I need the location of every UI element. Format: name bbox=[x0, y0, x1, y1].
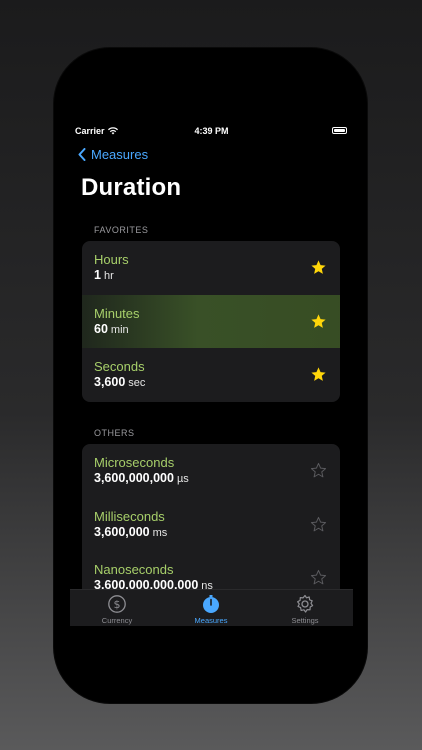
back-button[interactable]: Measures bbox=[78, 147, 148, 162]
unit-symbol: µs bbox=[176, 473, 189, 485]
list-item[interactable]: Seconds 3,600 sec bbox=[82, 348, 340, 402]
gear-icon bbox=[297, 594, 314, 613]
unit-symbol: hr bbox=[103, 270, 114, 282]
unit-name: Microseconds bbox=[94, 455, 175, 470]
back-label: Measures bbox=[91, 147, 149, 162]
unit-symbol: min bbox=[110, 323, 129, 336]
tab-label: Measures bbox=[194, 616, 228, 625]
page-title: Duration bbox=[81, 174, 182, 201]
status-time: 4:39 PM bbox=[194, 126, 229, 136]
app-screen: Carrier 4:39 PM Measures Duration FAVORI… bbox=[70, 118, 353, 626]
tab-measures[interactable]: Measures bbox=[164, 594, 258, 625]
dollar-circle-icon: $ bbox=[108, 595, 126, 613]
star-filled-icon[interactable] bbox=[310, 366, 327, 383]
unit-name: Hours bbox=[94, 252, 129, 267]
unit-name: Minutes bbox=[94, 305, 140, 321]
stopwatch-icon bbox=[203, 595, 219, 613]
star-outline-icon[interactable] bbox=[310, 516, 327, 533]
chevron-left-icon bbox=[78, 148, 86, 161]
tab-bar: $ Currency Measures Settings bbox=[70, 589, 353, 626]
unit-name: Seconds bbox=[94, 359, 145, 374]
tab-settings[interactable]: Settings bbox=[258, 594, 352, 625]
unit-name: Nanoseconds bbox=[94, 562, 174, 577]
unit-value: 3,600,000,000 µs bbox=[94, 471, 189, 485]
list-item[interactable]: Hours 1 hr bbox=[82, 241, 340, 295]
tab-currency[interactable]: $ Currency bbox=[70, 594, 164, 625]
favorites-header: FAVORITES bbox=[94, 225, 149, 235]
unit-name: Milliseconds bbox=[94, 508, 165, 524]
star-filled-icon[interactable] bbox=[310, 313, 327, 330]
list-item[interactable]: Microseconds 3,600,000,000 µs bbox=[82, 444, 340, 498]
battery-icon bbox=[332, 127, 347, 134]
star-outline-icon[interactable] bbox=[310, 569, 327, 586]
list-item[interactable]: Minutes 60 min bbox=[82, 294, 340, 348]
tab-label: Currency bbox=[101, 616, 133, 625]
status-bar: Carrier 4:39 PM bbox=[70, 122, 353, 140]
list-item[interactable]: Milliseconds 3,600,000 ms bbox=[82, 498, 340, 552]
unit-value: 3,600,000 ms bbox=[94, 524, 168, 539]
star-filled-icon[interactable] bbox=[310, 259, 327, 276]
tab-label: Settings bbox=[291, 616, 319, 625]
unit-symbol: ms bbox=[152, 526, 168, 539]
unit-value: 3,600 sec bbox=[94, 375, 146, 389]
others-header: OTHERS bbox=[94, 428, 135, 438]
unit-symbol: sec bbox=[128, 377, 146, 389]
svg-text:$: $ bbox=[114, 598, 121, 611]
unit-value: 60 min bbox=[94, 321, 129, 336]
star-outline-icon[interactable] bbox=[310, 462, 327, 479]
favorites-list: Hours 1 hr Minutes 60 min Seconds 3,600 sec bbox=[82, 241, 340, 402]
others-list: Microseconds 3,600,000,000 µs Millisecond… bbox=[82, 444, 340, 604]
unit-value: 1 hr bbox=[94, 268, 114, 282]
